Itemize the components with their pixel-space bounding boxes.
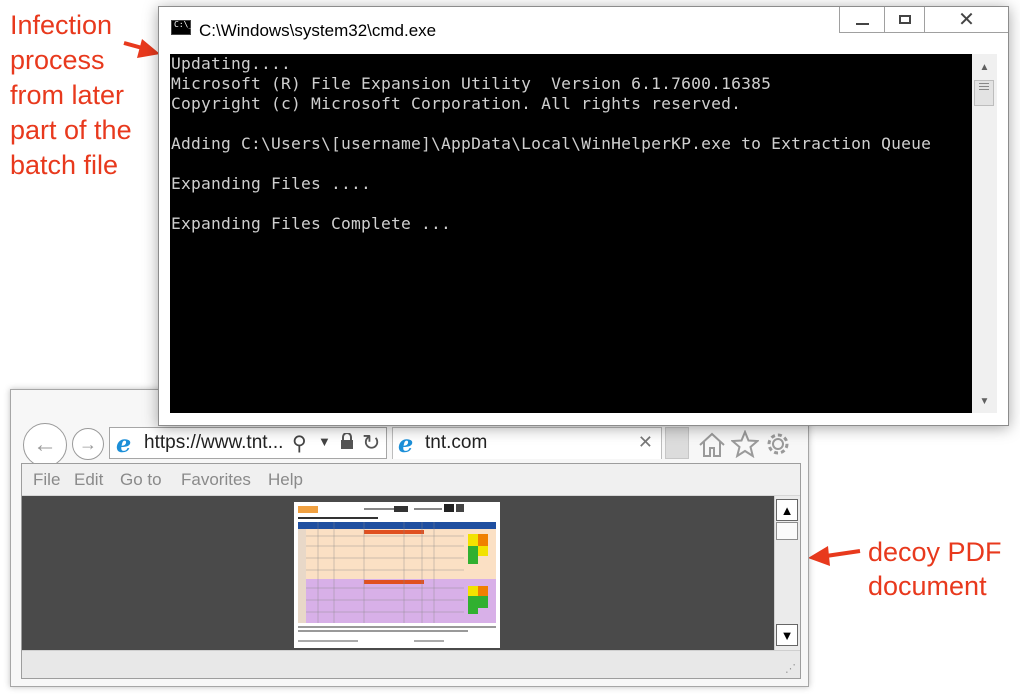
cmd-window: C:\_ C:\Windows\system32\cmd.exe ✕ Updat… [158, 6, 1009, 426]
ie-logo-icon: e [116, 429, 132, 458]
pdf-viewport[interactable] [22, 496, 774, 650]
address-url[interactable]: https://www.tnt... [144, 432, 283, 454]
minimize-icon [855, 22, 869, 25]
star-icon[interactable] [731, 430, 759, 458]
scroll-down-icon[interactable]: ▼ [972, 390, 997, 412]
annotation-decoy-pdf: decoy PDF document [868, 535, 1018, 603]
menu-favorites[interactable]: Favorites [181, 470, 251, 490]
console-text: Updating.... Microsoft (R) File Expansio… [171, 54, 931, 234]
cmd-vertical-scrollbar[interactable]: ▲ ▼ [972, 54, 997, 413]
annotation-line: batch file [10, 150, 119, 180]
home-icon[interactable] [697, 430, 727, 460]
scrollbar-thumb[interactable] [776, 522, 798, 540]
new-tab-button[interactable] [665, 427, 689, 459]
browser-content-frame: File Edit Go to Favorites Help ▲ ▼ ⋰ [21, 463, 801, 679]
refresh-icon[interactable]: ↻ [362, 430, 380, 456]
annotation-line: from later [10, 80, 125, 110]
annotation-line: part of the [10, 115, 132, 145]
pdf-page-thumbnail [294, 502, 500, 648]
close-icon[interactable]: ✕ [638, 432, 653, 453]
gear-icon[interactable] [764, 430, 792, 458]
console-line: Adding C:\Users\[username]\AppData\Local… [171, 134, 932, 153]
window-title: C:\Windows\system32\cmd.exe [199, 21, 437, 40]
vertical-scrollbar[interactable]: ▲ ▼ [774, 496, 800, 650]
ie-logo-icon: e [398, 429, 414, 458]
search-icon[interactable]: ⚲ [292, 431, 307, 456]
tab-tnt[interactable]: e tnt.com ✕ [392, 427, 662, 459]
forward-arrow-icon[interactable]: → [72, 428, 104, 460]
tab-title: tnt.com [425, 432, 488, 453]
menu-edit[interactable]: Edit [74, 470, 103, 490]
status-bar: ⋰ [22, 650, 800, 678]
menu-bar: File Edit Go to Favorites Help [22, 464, 800, 496]
cmd-icon: C:\_ [171, 20, 193, 35]
annotation-line: decoy PDF [868, 537, 1002, 567]
console-line: Expanding Files Complete ... [171, 214, 452, 233]
annotation-arrow-left [123, 39, 160, 58]
annotation-arrow-right [808, 546, 861, 566]
lock-icon [341, 433, 353, 449]
scroll-up-icon[interactable]: ▲ [776, 499, 798, 521]
close-icon: ✕ [958, 9, 975, 31]
maximize-button[interactable] [884, 7, 924, 33]
console-output[interactable]: Updating.... Microsoft (R) File Expansio… [170, 54, 972, 413]
minimize-button[interactable] [839, 7, 884, 33]
resize-grip-icon[interactable]: ⋰ [785, 662, 796, 675]
console-line: Copyright (c) Microsoft Corporation. All… [171, 94, 742, 113]
maximize-icon [898, 15, 911, 24]
close-button[interactable]: ✕ [924, 7, 1008, 33]
scroll-up-icon[interactable]: ▲ [972, 56, 997, 78]
browser-window: ← → e https://www.tnt... ⚲ ▼ ↻ e tnt.com… [10, 389, 809, 687]
menu-file[interactable]: File [33, 470, 60, 490]
menu-help[interactable]: Help [268, 470, 303, 490]
address-bar[interactable]: e https://www.tnt... ⚲ ▼ ↻ [109, 427, 387, 459]
back-arrow-icon[interactable]: ← [23, 423, 67, 467]
scrollbar-thumb[interactable] [974, 80, 994, 106]
console-line: Expanding Files .... [171, 174, 372, 193]
annotation-line: document [868, 571, 987, 601]
window-titlebar[interactable]: C:\_ C:\Windows\system32\cmd.exe ✕ [159, 7, 1008, 54]
scroll-down-icon[interactable]: ▼ [776, 624, 798, 646]
console-line: Updating.... [171, 54, 292, 73]
console-line: Microsoft (R) File Expansion Utility Ver… [171, 74, 772, 93]
chevron-down-icon[interactable]: ▼ [318, 434, 331, 449]
menu-goto[interactable]: Go to [120, 470, 162, 490]
